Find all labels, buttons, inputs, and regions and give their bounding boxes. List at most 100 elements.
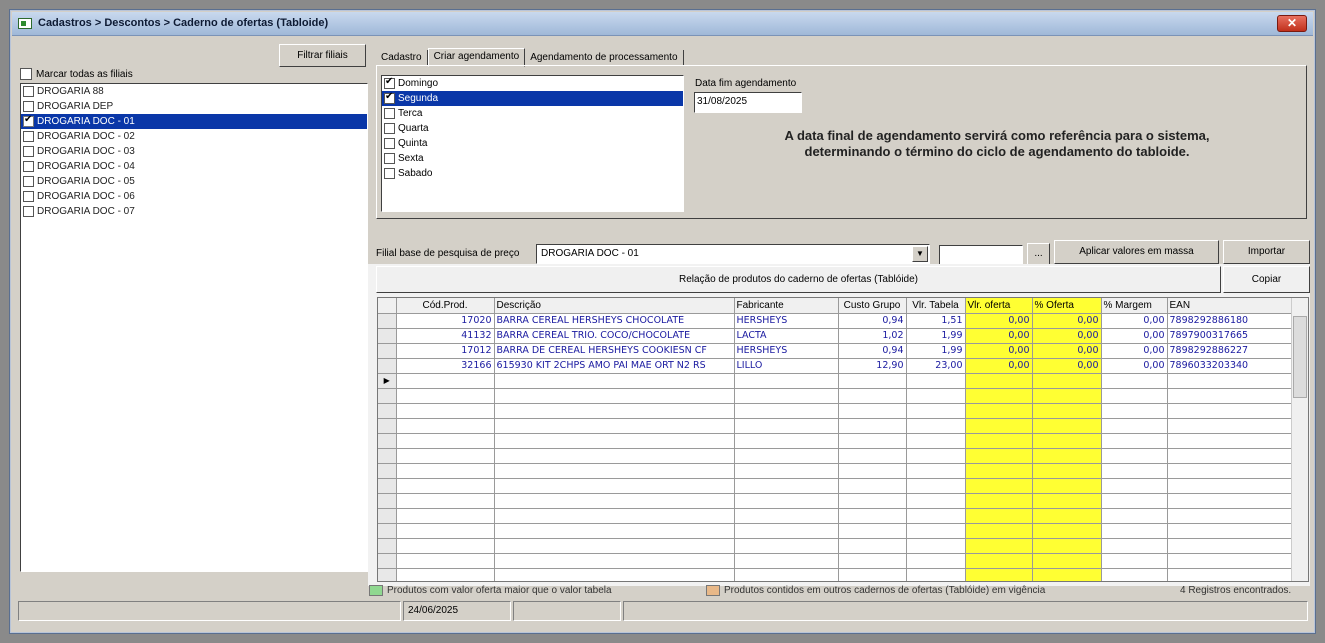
table-cell[interactable] [494,433,735,449]
table-cell[interactable] [838,433,907,449]
current-row-icon[interactable]: ▶ [378,373,397,389]
table-row[interactable] [378,478,1293,494]
table-cell[interactable]: 41132 [396,328,495,344]
table-cell[interactable] [965,478,1033,494]
table-row[interactable] [378,448,1293,464]
table-cell[interactable] [1167,478,1293,494]
dias-semana-list[interactable]: Domingo Segunda Terca Quarta Quinta Sexta Saba… [381,75,684,212]
table-cell[interactable] [494,463,735,479]
table-cell[interactable] [838,508,907,524]
table-cell[interactable] [1167,403,1293,419]
row-indicator[interactable] [378,448,397,464]
table-cell[interactable] [1167,538,1293,554]
table-cell[interactable]: 32166 [396,358,495,374]
filial-base-select[interactable]: DROGARIA DOC - 01 ▼ [536,244,930,264]
filial-checkbox[interactable] [23,176,34,187]
table-cell[interactable] [965,403,1033,419]
table-cell[interactable] [906,373,966,389]
table-cell[interactable]: 7896033203340 [1167,358,1293,374]
table-cell[interactable] [1101,448,1168,464]
table-cell[interactable] [1101,568,1168,581]
day-item[interactable]: Terca [382,106,683,121]
tab-agendamento-de-processamento[interactable]: Agendamento de processamento [525,50,684,66]
filial-checkbox[interactable] [23,86,34,97]
day-item[interactable]: Quinta [382,136,683,151]
table-cell[interactable]: 17020 [396,313,495,329]
table-cell[interactable]: 12,90 [838,358,907,374]
close-button[interactable]: ✕ [1277,15,1307,32]
table-cell[interactable] [838,538,907,554]
filtrar-filiais-button[interactable]: Filtrar filiais [279,44,366,67]
table-cell[interactable] [1101,373,1168,389]
table-cell[interactable]: BARRA CEREAL HERSHEYS CHOCOLATE [494,313,735,329]
table-cell[interactable] [1101,478,1168,494]
data-fim-input[interactable]: 31/08/2025 [694,92,802,113]
table-cell[interactable] [965,508,1033,524]
table-cell[interactable] [906,433,966,449]
table-cell[interactable] [1032,523,1102,539]
table-row[interactable] [378,523,1293,539]
column-header[interactable]: EAN [1167,298,1293,314]
row-indicator[interactable] [378,493,397,509]
table-cell[interactable] [1032,508,1102,524]
table-cell[interactable]: 0,94 [838,343,907,359]
table-row[interactable]: 17012 BARRA DE CEREAL HERSHEYS COOKIESN C… [378,343,1293,359]
table-cell[interactable] [1101,388,1168,404]
table-cell[interactable]: 1,99 [906,343,966,359]
table-cell[interactable] [396,568,495,581]
table-cell[interactable] [396,493,495,509]
table-cell[interactable] [1167,523,1293,539]
day-checkbox[interactable] [384,76,395,89]
filiais-list[interactable]: DROGARIA 88 DROGARIA DEP DROGARIA DOC - 01… [20,83,368,572]
day-checkbox[interactable] [384,108,395,119]
row-indicator[interactable] [378,538,397,554]
table-cell[interactable] [1101,538,1168,554]
table-row[interactable] [378,418,1293,434]
table-cell[interactable] [1101,403,1168,419]
table-cell[interactable]: 0,00 [1101,358,1168,374]
table-cell[interactable] [1101,493,1168,509]
pesquisa-input[interactable] [939,245,1023,265]
column-header[interactable]: Custo Grupo [838,298,907,314]
table-cell[interactable] [1167,433,1293,449]
table-cell[interactable] [838,493,907,509]
filial-checkbox[interactable] [23,161,34,172]
table-cell[interactable] [1167,553,1293,569]
table-cell[interactable] [1032,463,1102,479]
day-item[interactable]: Quarta [382,121,683,136]
table-cell[interactable] [1167,448,1293,464]
table-cell[interactable] [494,448,735,464]
table-cell[interactable] [494,418,735,434]
row-indicator[interactable] [378,388,397,404]
row-indicator[interactable] [378,553,397,569]
row-indicator[interactable] [378,433,397,449]
table-cell[interactable] [494,523,735,539]
table-cell[interactable] [734,553,839,569]
table-cell[interactable] [965,373,1033,389]
row-indicator[interactable] [378,313,397,329]
table-cell[interactable] [965,553,1033,569]
table-cell[interactable] [965,433,1033,449]
table-cell[interactable] [1167,508,1293,524]
row-indicator[interactable] [378,508,397,524]
table-cell[interactable] [1032,418,1102,434]
table-cell[interactable] [906,538,966,554]
table-cell[interactable]: 1,51 [906,313,966,329]
table-cell[interactable] [396,403,495,419]
table-cell[interactable] [906,388,966,404]
scrollbar-thumb[interactable] [1293,316,1307,398]
table-cell[interactable] [838,553,907,569]
table-cell[interactable] [906,523,966,539]
day-checkbox[interactable] [384,168,395,179]
table-cell[interactable] [965,463,1033,479]
tab-cadastro[interactable]: Cadastro [376,50,428,66]
row-indicator[interactable] [378,403,397,419]
table-cell[interactable]: 1,99 [906,328,966,344]
table-cell[interactable]: 0,00 [965,328,1033,344]
column-header[interactable]: % Margem [1101,298,1168,314]
table-cell[interactable]: 0,00 [1101,328,1168,344]
table-cell[interactable] [1032,478,1102,494]
table-cell[interactable] [965,448,1033,464]
table-cell[interactable]: 7898292886227 [1167,343,1293,359]
table-row[interactable] [378,568,1293,581]
